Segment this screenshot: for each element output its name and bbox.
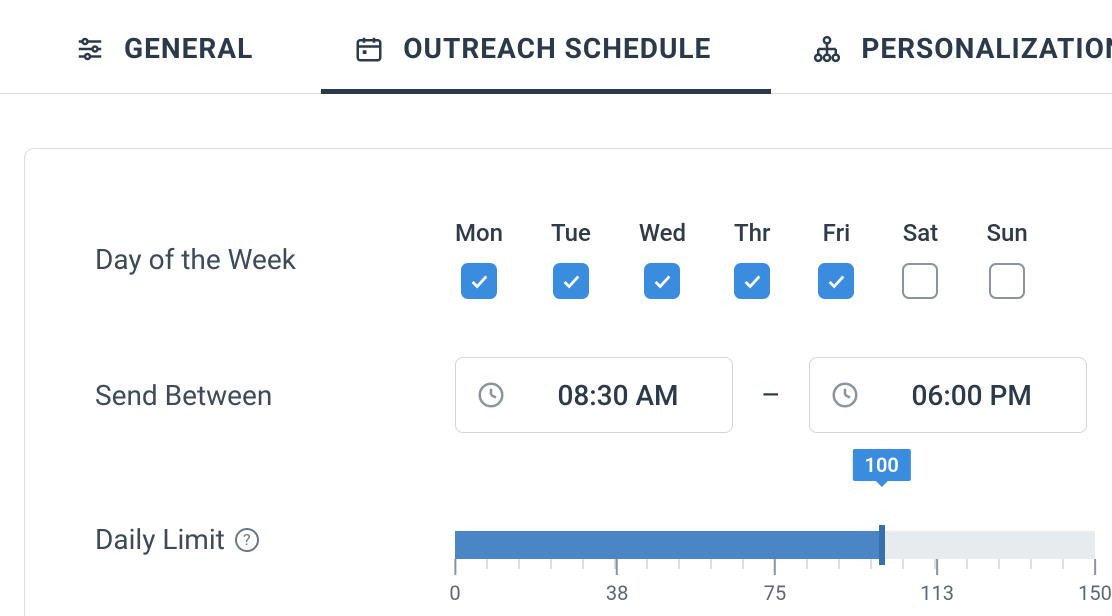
time-separator: –: [757, 378, 785, 413]
day-label: Sat: [903, 219, 938, 247]
day-of-week-label: Day of the Week: [95, 243, 455, 276]
time-from-value: 08:30 AM: [524, 379, 712, 412]
day-checkbox-fri[interactable]: [818, 263, 854, 299]
slider-track[interactable]: [455, 531, 1095, 559]
time-to-input[interactable]: 06:00 PM: [809, 357, 1087, 433]
day-wed: Wed: [639, 219, 686, 299]
day-checkbox-sun[interactable]: [989, 263, 1025, 299]
slider-ticks: 03875113150: [455, 559, 1095, 609]
tab-personalization[interactable]: PERSONALIZATION: [807, 20, 1112, 93]
tick-minor: [519, 559, 520, 569]
day-checkbox-mon[interactable]: [461, 263, 497, 299]
tab-label: OUTREACH SCHEDULE: [403, 32, 711, 65]
clock-icon: [830, 380, 860, 410]
tick-major: 150: [1078, 559, 1112, 605]
time-from-input[interactable]: 08:30 AM: [455, 357, 733, 433]
tick-label: 75: [764, 581, 786, 605]
send-between-label: Send Between: [95, 379, 455, 412]
day-checkbox-tue[interactable]: [553, 263, 589, 299]
tick-minor: [807, 559, 808, 569]
day-label: Wed: [639, 219, 686, 247]
tab-general[interactable]: GENERAL: [70, 20, 285, 93]
row-days: Day of the Week Mon Tue Wed Thr Fri Sat Sun: [95, 219, 1112, 299]
tab-outreach-schedule[interactable]: OUTREACH SCHEDULE: [349, 20, 743, 93]
day-label: Mon: [455, 219, 503, 247]
tick-minor: [1031, 559, 1032, 569]
tick-minor: [551, 559, 552, 569]
day-label: Sun: [986, 219, 1027, 247]
tick-major: 38: [606, 559, 628, 605]
days-container: Mon Tue Wed Thr Fri Sat Sun: [455, 219, 1028, 299]
day-tue: Tue: [551, 219, 591, 299]
tick-minor: [839, 559, 840, 569]
tick-minor: [999, 559, 1000, 569]
tick-minor: [679, 559, 680, 569]
tick-minor: [711, 559, 712, 569]
day-checkbox-wed[interactable]: [644, 263, 680, 299]
day-sun: Sun: [986, 219, 1027, 299]
help-icon[interactable]: ?: [235, 528, 259, 552]
daily-limit-label: Daily Limit ?: [95, 523, 455, 556]
sitemap-icon: [811, 33, 843, 65]
day-mon: Mon: [455, 219, 503, 299]
daily-limit-slider[interactable]: 100 03875113150: [455, 491, 1095, 609]
tick-major: 113: [920, 559, 954, 605]
time-inputs: 08:30 AM – 06:00 PM A: [455, 357, 1112, 433]
slider-value: 100: [865, 453, 899, 477]
tick-minor: [871, 559, 872, 569]
tick-label: 150: [1078, 581, 1112, 605]
day-checkbox-thr[interactable]: [734, 263, 770, 299]
calendar-icon: [353, 33, 385, 65]
row-daily-limit: Daily Limit ? 100 03875113150: [95, 491, 1112, 609]
tick-minor: [743, 559, 744, 569]
tick-minor: [487, 559, 488, 569]
slider-tooltip: 100: [853, 449, 911, 481]
tab-label: PERSONALIZATION: [861, 32, 1112, 65]
tick-minor: [967, 559, 968, 569]
tick-minor: [1063, 559, 1064, 569]
day-thr: Thr: [734, 219, 770, 299]
tabs-bar: GENERAL OUTREACH SCHEDULE PERSONALIZATIO…: [0, 0, 1112, 94]
schedule-card: Day of the Week Mon Tue Wed Thr Fri Sat Sun Se…: [24, 148, 1112, 616]
tick-minor: [903, 559, 904, 569]
sliders-icon: [74, 33, 106, 65]
slider-fill: [455, 531, 882, 559]
time-to-value: 06:00 PM: [878, 379, 1066, 412]
day-label: Thr: [734, 219, 770, 247]
tick-label: 113: [920, 581, 954, 605]
day-fri: Fri: [818, 219, 854, 299]
daily-limit-label-text: Daily Limit: [95, 523, 225, 556]
tick-minor: [583, 559, 584, 569]
day-checkbox-sat[interactable]: [902, 263, 938, 299]
tick-major: 0: [449, 559, 460, 605]
day-sat: Sat: [902, 219, 938, 299]
row-send-between: Send Between 08:30 AM – 06:00 PM A: [95, 357, 1112, 433]
day-label: Tue: [551, 219, 591, 247]
clock-icon: [476, 380, 506, 410]
tick-label: 38: [606, 581, 628, 605]
tab-label: GENERAL: [124, 32, 253, 65]
tick-minor: [647, 559, 648, 569]
tick-label: 0: [449, 581, 460, 605]
tick-major: 75: [764, 559, 786, 605]
day-label: Fri: [823, 219, 851, 247]
